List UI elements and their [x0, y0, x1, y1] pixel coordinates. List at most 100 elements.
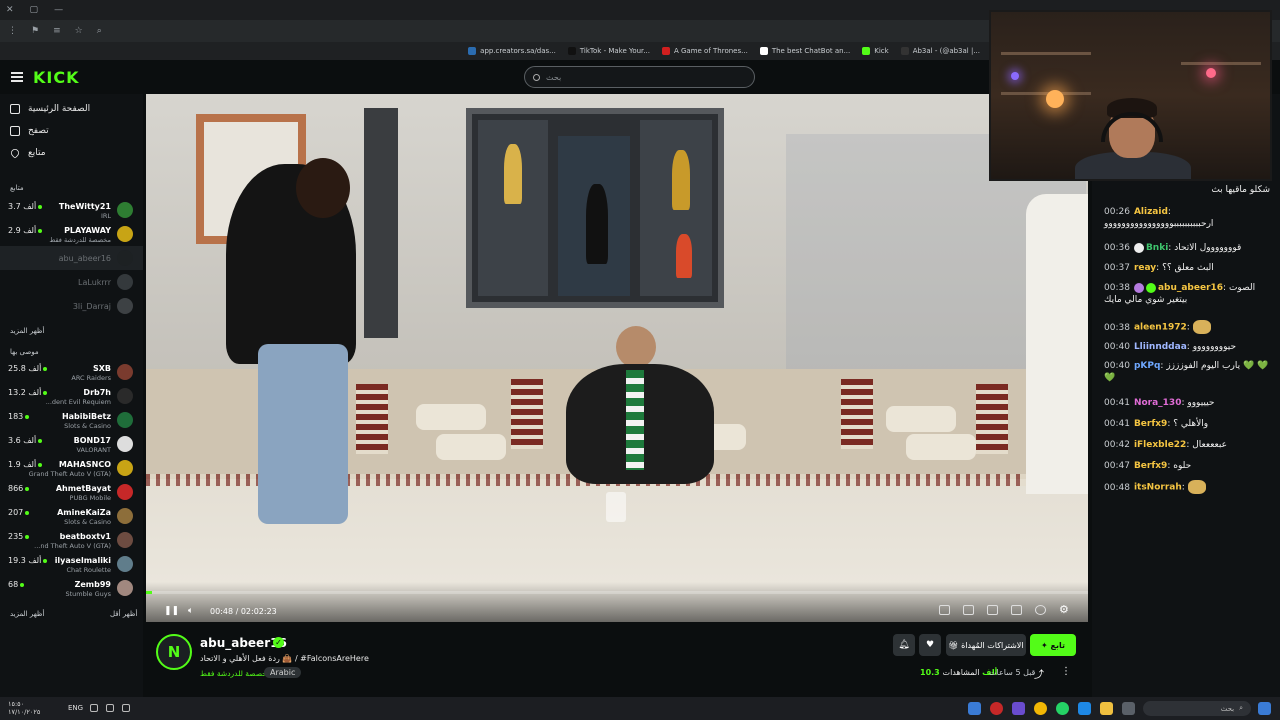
bookmark[interactable]: The best ChatBot an... — [759, 47, 850, 55]
chat-username[interactable]: Berfx9 — [1134, 419, 1167, 429]
taskbar-search[interactable]: بحث ⌕ — [1143, 701, 1251, 716]
more-options-icon[interactable]: ⋮ — [1061, 666, 1071, 677]
show-less[interactable]: أظهر أقل — [110, 610, 137, 618]
video-scene-glass — [606, 492, 626, 522]
nav-home[interactable]: الصفحة الرئيسية — [10, 104, 90, 114]
favorite-button[interactable]: ♥ — [919, 634, 941, 656]
chat-colon: : — [1186, 322, 1193, 333]
kick-logo[interactable]: KICK — [33, 68, 80, 87]
chat-username[interactable]: Berfx9 — [1134, 461, 1167, 471]
chat-username[interactable]: abu_abeer16 — [1158, 283, 1223, 293]
chat-timestamp: 00:41 — [1104, 419, 1130, 429]
sidebar-channel-ilyaselmaliki[interactable]: 19.3 ألف ilyaselmaliki Chat Roulette — [0, 552, 143, 576]
tabs-icon[interactable]: ≡ — [53, 26, 61, 36]
discord-icon[interactable] — [1012, 702, 1025, 715]
channel-name: abu_abeer16 — [58, 254, 111, 263]
menu-icon[interactable] — [11, 72, 23, 82]
live-dot-icon — [38, 228, 43, 233]
chrome-icon[interactable] — [1034, 702, 1047, 715]
app-icon[interactable] — [990, 702, 1003, 715]
chat-message: 00:36 Bnki: قووووووول الاتحاد — [1104, 242, 1270, 254]
browser-menu-icon[interactable]: ⋮ — [8, 26, 17, 36]
sidebar-channel-PLAYAWAY[interactable]: 2.9 ألف PLAYAWAY مخصصة للدردشة فقط — [0, 222, 143, 246]
show-more-recommended[interactable]: أظهر المزيد — [10, 610, 44, 618]
start-icon[interactable] — [1258, 702, 1271, 715]
zoom-icon[interactable]: ⌕ — [97, 26, 102, 36]
channel-avatar[interactable]: N — [156, 634, 192, 670]
channel-name: MAHASNCO — [58, 460, 111, 469]
show-more-following[interactable]: أظهر المزيد — [10, 327, 44, 335]
nav-following[interactable]: متابع — [9, 147, 46, 159]
share-icon[interactable]: ⤴ — [1034, 666, 1044, 681]
channel-viewer-count: 3.7 ألف — [8, 202, 44, 211]
sidebar-channel-TheWitty21[interactable]: 3.7 ألف TheWitty21 IRL — [0, 198, 143, 222]
sidebar-channel-MAHASNCO[interactable]: 1.9 ألف MAHASNCO Grand Theft Auto V (GTA) — [0, 456, 143, 480]
progress-bar[interactable] — [146, 591, 1088, 594]
stream-category[interactable]: مخصصة للدردشة فقط — [200, 669, 271, 678]
wifi-icon[interactable] — [106, 704, 114, 712]
fullscreen-icon[interactable] — [1011, 605, 1022, 615]
star-icon[interactable]: ☆ — [75, 26, 83, 36]
butterfly-emote-icon — [1187, 480, 1206, 494]
bookmark[interactable]: Ab3al - (@ab3al |... — [900, 47, 980, 55]
settings-icon[interactable]: ⚙ — [1059, 603, 1069, 616]
whatsapp-icon[interactable] — [1056, 702, 1069, 715]
sidebar-channel-LaLukrrr[interactable]: LaLukrrr — [0, 270, 143, 294]
folder-icon[interactable] — [1100, 702, 1113, 715]
restore-icon[interactable]: ▢ — [30, 5, 39, 15]
bookmark[interactable]: Kick — [862, 47, 889, 55]
extension-icon[interactable]: ⚑ — [31, 26, 39, 36]
microphone-icon[interactable] — [90, 704, 98, 712]
taskbar-clock[interactable]: ١٥:٥٠ ١٧/١٠/٢٠٢٥ — [8, 700, 40, 716]
channel-name: Zemb99 — [74, 580, 111, 589]
sidebar-channel-abu_abeer16[interactable]: abu_abeer16 — [0, 246, 143, 270]
sidebar-channel-Drb7h[interactable]: 13.2 ألف Drb7h ...dent Evil Requiem — [0, 384, 143, 408]
pause-icon[interactable]: ❚❚ — [164, 606, 179, 616]
channel-viewer-count: 3.6 ألف — [8, 436, 44, 445]
language-tag[interactable]: Arabic — [264, 667, 302, 678]
chat-username[interactable]: pKPq — [1134, 361, 1160, 371]
pip-icon[interactable] — [939, 605, 950, 615]
sidebar-channel-beatboxtv1[interactable]: 235 beatboxtv1 ...nd Theft Auto V (GTA) — [0, 528, 143, 552]
theater-mode-icon[interactable] — [987, 605, 998, 615]
chevron-up-icon[interactable] — [122, 704, 130, 712]
bookmark[interactable]: app.creators.sa/das... — [468, 47, 556, 55]
sidebar-channel-Zemb99[interactable]: 68 Zemb99 Stumble Guys — [0, 576, 143, 600]
close-icon[interactable]: ✕ — [6, 5, 14, 15]
chat-username[interactable]: iFlexble22 — [1134, 440, 1186, 450]
search-icon: ⌕ — [1239, 704, 1243, 712]
edge-icon[interactable] — [1078, 702, 1091, 715]
store-icon[interactable] — [1122, 702, 1135, 715]
notification-bell-button[interactable]: 🔔︎ — [893, 634, 915, 656]
channel-avatar — [117, 364, 133, 380]
chat-username[interactable]: aleen1972 — [1134, 323, 1187, 333]
chat-username[interactable]: reay — [1134, 263, 1156, 273]
sidebar-channel-BOND17[interactable]: 3.6 ألف BOND17 VALORANT — [0, 432, 143, 456]
video-player[interactable]: ❚❚ 🔈︎ 00:48 / 02:02:23 ⚙ — [146, 94, 1088, 622]
butterfly-emote-icon — [1192, 320, 1211, 334]
steam-icon[interactable] — [968, 702, 981, 715]
chat-username[interactable]: Bnki — [1146, 243, 1168, 253]
quality-icon[interactable] — [1035, 605, 1046, 615]
gift-subs-button[interactable]: 🎁︎ الاشتراكات المُهداة — [946, 634, 1026, 656]
chat-username[interactable]: Nora_130 — [1134, 398, 1182, 408]
chat-username[interactable]: Alizaid — [1134, 207, 1168, 217]
bookmark[interactable]: TikTok - Make Your... — [567, 47, 650, 55]
sidebar-channel-HabibiBetz[interactable]: 183 HabibiBetz Slots & Casino — [0, 408, 143, 432]
bookmark[interactable]: A Game of Thrones... — [661, 47, 748, 55]
sidebar-channel-3li_Darraj[interactable]: 3li_Darraj — [0, 294, 143, 318]
language-indicator[interactable]: ENG — [68, 704, 83, 712]
sidebar-channel-AmineKaiZa[interactable]: 207 AmineKaiZa Slots & Casino — [0, 504, 143, 528]
chat-username[interactable]: itsNorrah — [1134, 483, 1182, 493]
search-input[interactable]: بحث — [524, 66, 755, 88]
volume-icon[interactable]: 🔈︎ — [188, 606, 193, 616]
nav-browse[interactable]: تصفح — [10, 126, 49, 136]
sidebar-channel-SXB[interactable]: 25.8 ألف SXB ARC Raiders — [0, 360, 143, 384]
mini-player-icon[interactable] — [963, 605, 974, 615]
chat-username[interactable]: Lliinnddaa — [1134, 342, 1187, 352]
minimize-icon[interactable]: — — [54, 5, 63, 15]
following-section-label: متابع — [10, 184, 24, 192]
sidebar-channel-AhmetBayat[interactable]: 866 AhmetBayat PUBG Mobile — [0, 480, 143, 504]
channel-avatar — [117, 484, 133, 500]
follow-button[interactable]: ✦ تابع — [1030, 634, 1076, 656]
